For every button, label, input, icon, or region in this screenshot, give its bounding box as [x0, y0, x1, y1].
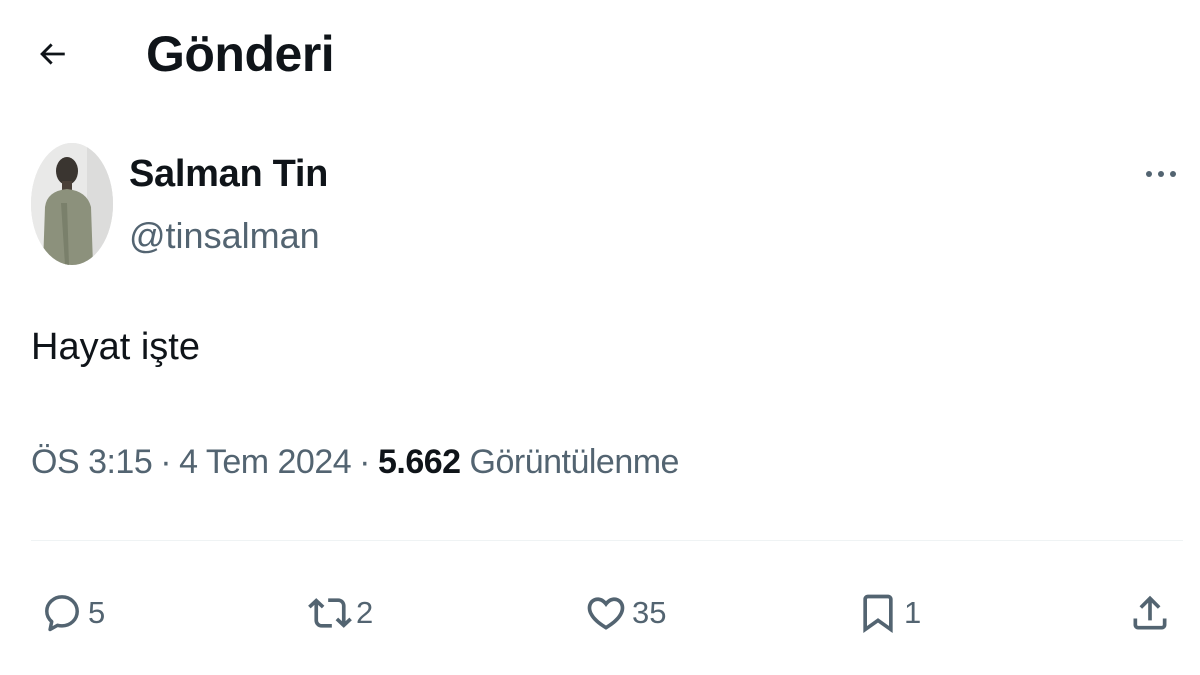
tweet-meta: ÖS 3:15 · 4 Tem 2024 · 5.662 Görüntülenme	[31, 439, 679, 485]
more-options-button[interactable]	[1136, 152, 1186, 196]
bookmark-button[interactable]: 1	[856, 583, 921, 643]
reply-button[interactable]: 5	[40, 583, 105, 643]
divider	[31, 540, 1183, 541]
bookmark-icon	[863, 594, 893, 634]
meta-separator: ·	[359, 443, 370, 481]
repost-button[interactable]: 2	[308, 583, 373, 643]
reply-count: 5	[88, 595, 106, 630]
like-count: 35	[632, 595, 667, 630]
speech-bubble-icon	[45, 595, 79, 632]
meta-separator: ·	[160, 443, 172, 481]
heart-icon	[587, 597, 625, 630]
tweet-text: Hayat işte	[31, 326, 200, 368]
profile-photo	[31, 143, 113, 265]
author-handle[interactable]: @tinsalman	[129, 213, 320, 259]
views-count: 5.662	[377, 443, 461, 481]
tweet-date[interactable]: 4 Tem 2024	[179, 443, 352, 481]
back-button[interactable]	[28, 30, 76, 78]
action-bar: 5 2 35 1	[0, 575, 1200, 655]
author-display-name[interactable]: Salman Tin	[129, 150, 328, 198]
like-button[interactable]: 35	[584, 583, 666, 643]
tweet-time[interactable]: ÖS 3:15	[31, 443, 153, 481]
arrow-left-icon	[40, 43, 65, 65]
avatar[interactable]	[31, 143, 113, 265]
share-button[interactable]	[1128, 583, 1172, 643]
share-upload-icon	[1133, 595, 1167, 630]
more-horizontal-icon	[1146, 171, 1176, 177]
bookmark-count: 1	[904, 595, 922, 630]
views-label: Görüntülenme	[469, 443, 680, 481]
page-header: Gönderi	[0, 0, 1200, 110]
page-title: Gönderi	[146, 26, 335, 82]
repost-count: 2	[356, 595, 374, 630]
repost-arrows-icon	[308, 598, 352, 628]
